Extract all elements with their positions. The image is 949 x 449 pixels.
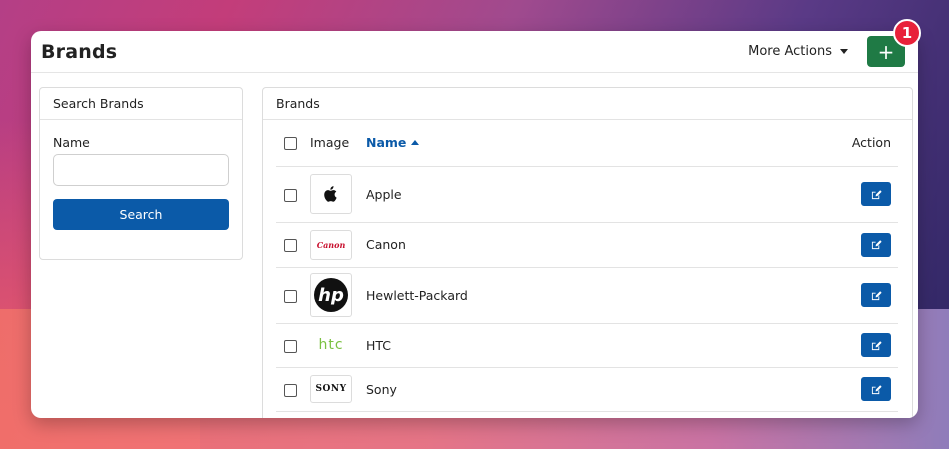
name-search-input[interactable] bbox=[53, 154, 229, 186]
edit-icon bbox=[871, 189, 882, 199]
sony-logo-icon: SONY bbox=[310, 375, 352, 403]
row-checkbox[interactable] bbox=[284, 239, 297, 252]
edit-icon bbox=[871, 384, 882, 394]
edit-icon bbox=[871, 290, 882, 300]
plus-icon: + bbox=[877, 39, 895, 64]
search-brands-panel: Search Brands Name Search bbox=[39, 87, 243, 260]
table-row: Apple bbox=[276, 166, 898, 223]
brands-panel: Brands Image Name Action Apple Canon Can… bbox=[262, 87, 913, 418]
row-checkbox[interactable] bbox=[284, 188, 297, 202]
search-panel-title: Search Brands bbox=[40, 88, 242, 120]
name-column-sort[interactable]: Name bbox=[366, 135, 420, 151]
more-actions-dropdown[interactable]: More Actions bbox=[748, 44, 848, 59]
select-all-checkbox[interactable] bbox=[284, 137, 297, 151]
edit-button[interactable] bbox=[861, 182, 891, 206]
brand-name: HTC bbox=[366, 323, 733, 368]
hp-logo-icon: hp bbox=[310, 273, 352, 317]
table-row: SONY Sony bbox=[276, 367, 898, 412]
edit-icon bbox=[871, 340, 882, 350]
search-button[interactable]: Search bbox=[53, 199, 229, 230]
sort-ascending-icon bbox=[411, 140, 420, 146]
edit-icon bbox=[871, 240, 882, 250]
table-row: htc HTC bbox=[276, 323, 898, 368]
app-window: Brands More Actions + Search Brands Name… bbox=[31, 31, 918, 418]
more-actions-label: More Actions bbox=[748, 44, 832, 59]
image-column-header: Image bbox=[310, 120, 366, 167]
edit-button[interactable] bbox=[861, 232, 891, 257]
brand-name: Canon bbox=[366, 222, 733, 268]
table-header-row: Image Name Action bbox=[276, 120, 898, 167]
edit-button[interactable] bbox=[861, 377, 891, 401]
edit-button[interactable] bbox=[861, 333, 891, 357]
search-button-label: Search bbox=[119, 207, 163, 222]
edit-button[interactable] bbox=[861, 283, 891, 307]
htc-logo-icon: htc bbox=[310, 335, 352, 355]
brand-name: Apple bbox=[366, 166, 733, 223]
apple-logo-icon bbox=[310, 174, 352, 214]
svg-text:hp: hp bbox=[318, 285, 344, 306]
row-checkbox[interactable] bbox=[284, 289, 297, 303]
name-column-header: Name bbox=[366, 135, 407, 151]
brand-name: Hewlett-Packard bbox=[366, 267, 733, 324]
brands-panel-title: Brands bbox=[263, 88, 912, 120]
table-row: hp Hewlett-Packard bbox=[276, 267, 898, 324]
table-row: Canon Canon bbox=[276, 222, 898, 268]
canon-logo-icon: Canon bbox=[310, 229, 352, 260]
caret-down-icon bbox=[840, 49, 848, 54]
page-header: Brands More Actions + bbox=[31, 31, 918, 73]
brand-name: Sony bbox=[366, 367, 733, 412]
row-checkbox[interactable] bbox=[284, 383, 297, 397]
brands-table: Image Name Action Apple Canon Canon hp H… bbox=[276, 120, 898, 412]
name-field-label: Name bbox=[53, 135, 90, 150]
page-title: Brands bbox=[41, 40, 118, 63]
notification-badge: 1 bbox=[893, 19, 921, 47]
action-column-header: Action bbox=[732, 120, 898, 167]
row-checkbox[interactable] bbox=[284, 339, 297, 353]
